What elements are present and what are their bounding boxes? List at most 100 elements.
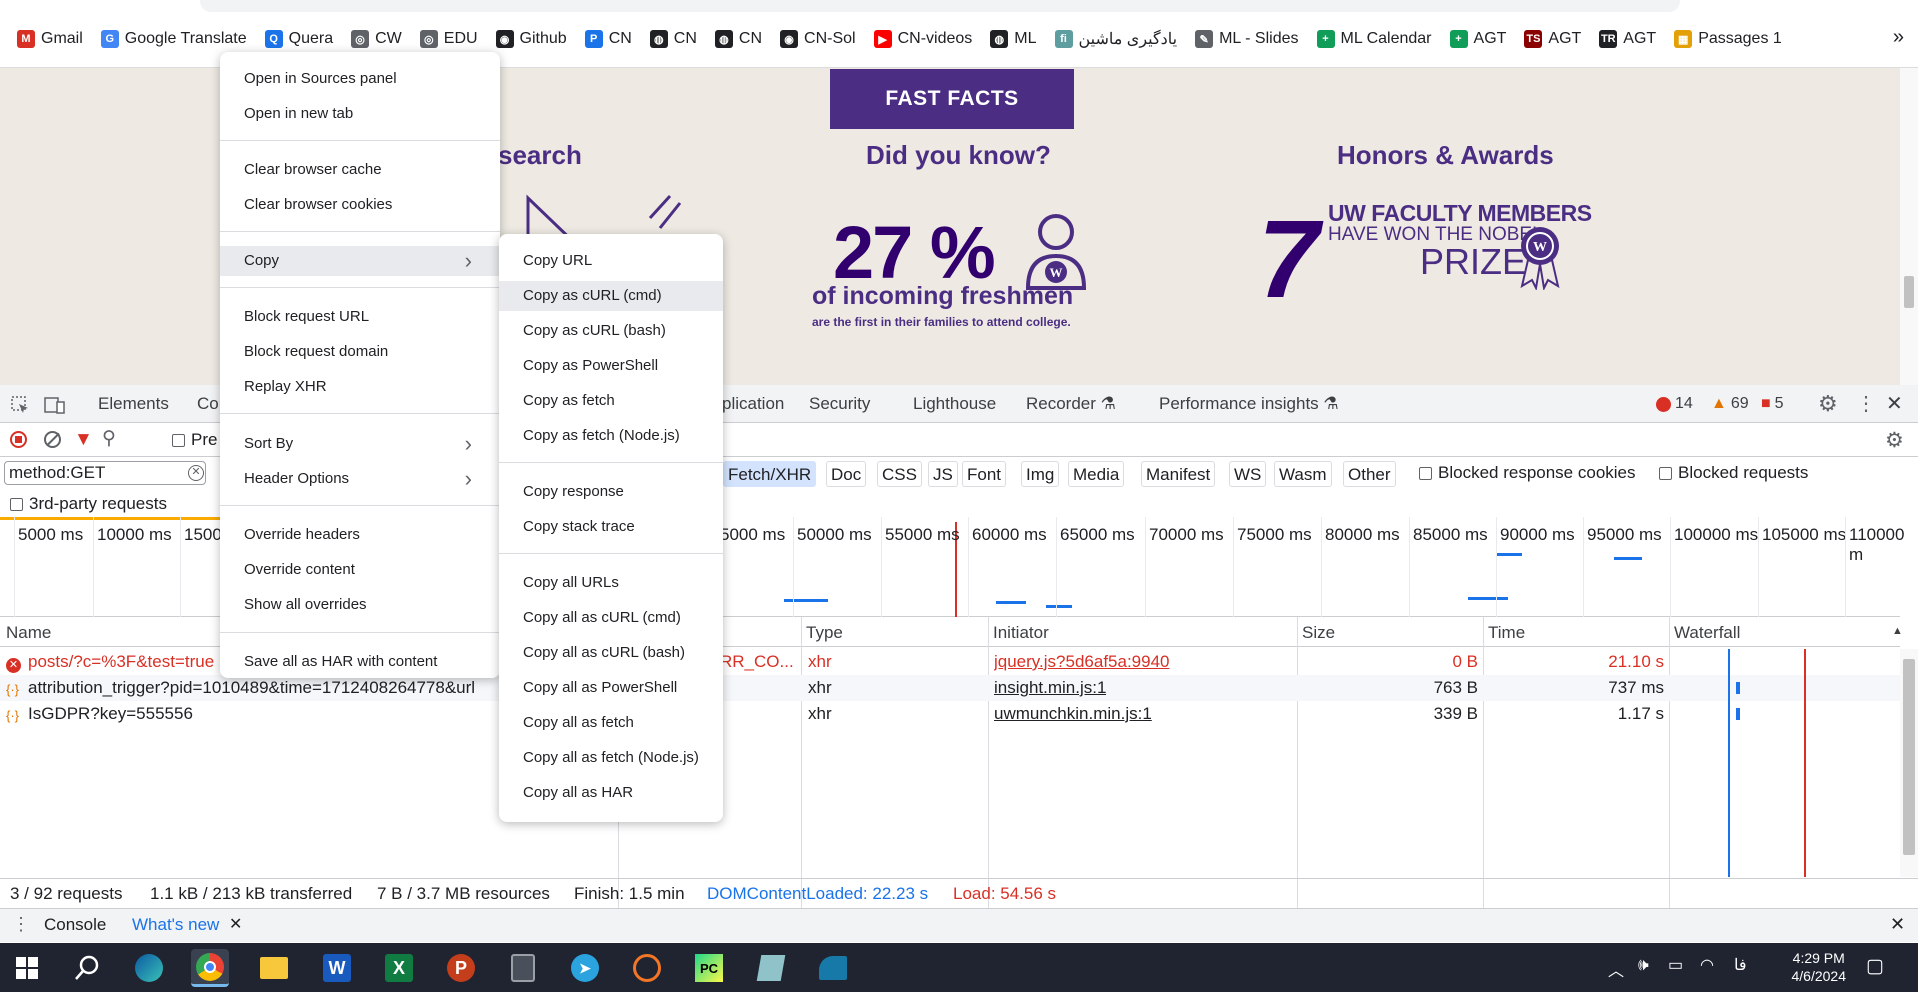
tab-security[interactable]: Security <box>809 394 870 414</box>
drawer-tab-whats-new[interactable]: What's new <box>132 915 219 935</box>
record-stop-icon[interactable] <box>10 431 27 448</box>
copy-menu-item[interactable]: Copy as cURL (bash) <box>499 316 723 346</box>
col-waterfall[interactable]: Waterfall <box>1674 623 1740 643</box>
wifi-icon[interactable]: ◠ <box>1700 955 1714 975</box>
tab-recorder[interactable]: Recorder ⚗ <box>1026 394 1116 414</box>
bookmark-item[interactable]: ▦ Passages 1 <box>1665 24 1791 54</box>
request-initiator[interactable]: insight.min.js:1 <box>994 678 1106 698</box>
copy-menu-item[interactable]: Copy all as fetch <box>499 708 723 738</box>
context-menu-item[interactable]: Sort By › <box>220 429 500 459</box>
type-filter-img[interactable]: Img <box>1021 461 1060 487</box>
bookmark-item[interactable]: ◍ CN <box>706 24 771 54</box>
copy-menu-item[interactable]: Copy response <box>499 477 723 507</box>
error-counter[interactable]: 14 <box>1656 395 1693 413</box>
third-party-checkbox[interactable]: 3rd-party requests <box>10 494 167 514</box>
close-devtools-icon[interactable]: ✕ <box>1886 391 1903 416</box>
excel-icon[interactable]: X <box>380 949 418 987</box>
context-menu-item[interactable]: Block request URL <box>220 302 500 332</box>
bookmark-item[interactable]: ◍ CN <box>641 24 706 54</box>
col-size[interactable]: Size <box>1302 623 1335 643</box>
context-menu-item[interactable]: Open in new tab <box>220 99 500 129</box>
context-menu-item[interactable]: Header Options › <box>220 464 500 494</box>
word-icon[interactable]: W <box>318 949 356 987</box>
type-filter-font[interactable]: Font <box>962 461 1007 487</box>
table-row[interactable]: {·} IsGDPR?key=555556 xhr uwmunchkin.min.js… <box>0 701 1900 727</box>
search-icon[interactable]: ⚲ <box>102 427 116 450</box>
col-type[interactable]: Type <box>806 623 843 643</box>
preserve-log-checkbox[interactable]: Pre <box>172 430 217 450</box>
copy-menu-item[interactable]: Copy as PowerShell <box>499 351 723 381</box>
copy-menu-item[interactable]: Copy all as PowerShell <box>499 673 723 703</box>
context-menu-item[interactable]: Save all as HAR with content <box>220 647 500 677</box>
context-menu-item[interactable]: Block request domain <box>220 337 500 367</box>
inspect-element-icon[interactable] <box>10 395 30 415</box>
request-initiator[interactable]: uwmunchkin.min.js:1 <box>994 704 1152 724</box>
context-menu-item[interactable]: Copy › <box>220 246 500 276</box>
context-menu-item[interactable]: Override headers <box>220 520 500 550</box>
copy-menu-item[interactable]: Copy stack trace <box>499 512 723 542</box>
bookmark-item[interactable]: G Google Translate <box>92 24 256 54</box>
tray-expand-icon[interactable]: ︿ <box>1608 957 1624 981</box>
issues-counter[interactable]: ■ 5 <box>1761 395 1784 413</box>
type-filter-wasm[interactable]: Wasm <box>1274 461 1332 487</box>
bookmark-item[interactable]: ◎ CW <box>342 24 411 54</box>
filter-input[interactable]: method:GET <box>4 461 206 485</box>
chevron-double-right-icon[interactable]: » <box>1893 26 1904 49</box>
request-initiator[interactable]: jquery.js?5d6af5a:9940 <box>994 652 1170 672</box>
type-filter-other[interactable]: Other <box>1343 461 1396 487</box>
pycharm-icon[interactable]: PC <box>690 949 728 987</box>
copy-menu-item[interactable]: Copy all as cURL (bash) <box>499 638 723 668</box>
copy-menu-item[interactable]: Copy as cURL (cmd) <box>499 281 723 311</box>
blocked-requests-checkbox[interactable]: Blocked requests <box>1659 463 1808 483</box>
notifications-icon[interactable]: ▢ <box>1866 955 1884 978</box>
powerpoint-icon[interactable]: P <box>442 949 480 987</box>
drawer-tab-console[interactable]: Console <box>44 915 106 935</box>
context-menu-item[interactable]: Replay XHR <box>220 372 500 402</box>
context-menu-item[interactable]: Open in Sources panel <box>220 64 500 94</box>
request-table-scrollbar-thumb[interactable] <box>1903 659 1915 855</box>
warning-counter[interactable]: ▲ 69 <box>1711 395 1749 413</box>
copy-menu-item[interactable]: Copy as fetch (Node.js) <box>499 421 723 451</box>
bookmark-item[interactable]: + ML Calendar <box>1308 24 1441 54</box>
tab-elements[interactable]: Elements <box>98 394 169 414</box>
context-menu-item[interactable]: Override content <box>220 555 500 585</box>
close-whats-new-icon[interactable]: ✕ <box>229 914 242 934</box>
copy-menu-item[interactable]: Copy all as fetch (Node.js) <box>499 743 723 773</box>
bookmark-item[interactable]: ▶ CN-videos <box>865 24 982 54</box>
tab-performance-insights[interactable]: Performance insights ⚗ <box>1159 394 1339 414</box>
type-filter-doc[interactable]: Doc <box>826 461 867 487</box>
bookmark-item[interactable]: ◍ ML <box>981 24 1045 54</box>
settings-gear-icon[interactable]: ⚙ <box>1818 391 1838 417</box>
bookmark-item[interactable]: ◉ Github <box>487 24 576 54</box>
type-filter-media[interactable]: Media <box>1068 461 1125 487</box>
device-toolbar-icon[interactable] <box>44 395 66 415</box>
bookmark-item[interactable]: M Gmail <box>8 24 92 54</box>
omnibox[interactable] <box>200 0 1680 12</box>
clear-filter-icon[interactable]: ✕ <box>188 465 204 481</box>
windows-start-icon[interactable] <box>8 949 46 987</box>
bookmark-item[interactable]: Q Quera <box>256 24 342 54</box>
edge-icon[interactable] <box>130 949 168 987</box>
request-table-scrollbar[interactable] <box>1900 649 1918 877</box>
bookmark-item[interactable]: ◎ EDU <box>411 24 487 54</box>
close-drawer-icon[interactable]: ✕ <box>1890 914 1905 935</box>
copy-menu-item[interactable]: Copy as fetch <box>499 386 723 416</box>
telegram-icon[interactable]: ➤ <box>566 949 604 987</box>
search-icon[interactable] <box>68 949 106 987</box>
clock[interactable]: 4:29 PM 4/6/2024 <box>1792 949 1847 985</box>
bookmark-item[interactable]: ✎ ML - Slides <box>1186 24 1307 54</box>
type-filter-js[interactable]: JS <box>928 461 958 487</box>
table-row[interactable]: {·} attribution_trigger?pid=1010489&time=… <box>0 675 1900 701</box>
context-menu-item[interactable]: Clear browser cookies <box>220 190 500 220</box>
chrome-icon[interactable] <box>191 949 229 987</box>
copy-menu-item[interactable]: Copy all URLs <box>499 568 723 598</box>
bookmark-item[interactable]: TR AGT <box>1590 24 1665 54</box>
notepad-icon[interactable] <box>752 949 790 987</box>
type-filter-css[interactable]: CSS <box>877 461 922 487</box>
col-initiator[interactable]: Initiator <box>993 623 1049 643</box>
copy-menu-item[interactable]: Copy URL <box>499 246 723 276</box>
context-menu-item[interactable]: Clear browser cache <box>220 155 500 185</box>
bookmark-item[interactable]: ◉ CN-Sol <box>771 24 865 54</box>
volume-icon[interactable]: 🕪 <box>1638 955 1649 975</box>
battery-icon[interactable]: ▭ <box>1668 955 1683 975</box>
